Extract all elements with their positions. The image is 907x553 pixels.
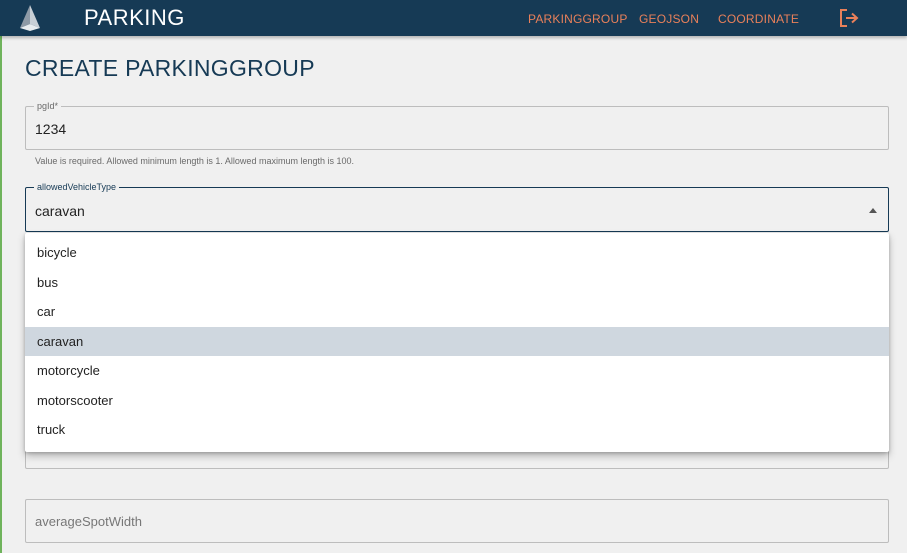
average-spot-width-field[interactable]: averageSpotWidth xyxy=(25,499,889,543)
allowed-vehicle-type-label: allowedVehicleType xyxy=(34,182,120,192)
dropdown-arrow-up-icon[interactable] xyxy=(869,208,877,213)
nav-parkinggroup-link[interactable]: PARKINGGROUP xyxy=(528,12,628,26)
app-logo-icon[interactable] xyxy=(18,4,42,32)
allowed-vehicle-type-select[interactable]: allowedVehicleType caravan xyxy=(25,182,889,232)
pgid-label: pgId* xyxy=(34,101,62,111)
option-motorcycle[interactable]: motorcycle xyxy=(25,356,889,386)
nav-geojson-link[interactable]: GEOJSON xyxy=(639,12,699,26)
average-spot-width-placeholder: averageSpotWidth xyxy=(35,514,142,529)
option-car[interactable]: car xyxy=(25,297,889,327)
allowed-vehicle-type-value: caravan xyxy=(35,203,85,219)
option-motorscooter[interactable]: motorscooter xyxy=(25,386,889,416)
option-bicycle[interactable]: bicycle xyxy=(25,238,889,268)
app-title: PARKING xyxy=(84,5,185,30)
pgid-hint: Value is required. Allowed minimum lengt… xyxy=(35,156,354,166)
logout-icon[interactable] xyxy=(839,9,859,27)
nav-coordinate-link[interactable]: COORDINATE xyxy=(718,12,799,26)
page-title: CREATE PARKINGGROUP xyxy=(25,55,315,81)
pgid-value: 1234 xyxy=(35,121,67,137)
pgid-field[interactable]: pgId* 1234 xyxy=(25,101,889,150)
top-app-bar: PARKING PARKINGGROUP GEOJSON COORDINATE xyxy=(0,0,907,36)
option-truck[interactable]: truck xyxy=(25,415,889,445)
option-caravan[interactable]: caravan xyxy=(25,326,889,356)
option-bus[interactable]: bus xyxy=(25,268,889,298)
vehicle-type-menu: bicycle bus car caravan motorcycle motor… xyxy=(25,233,889,452)
left-accent-border xyxy=(0,36,2,553)
